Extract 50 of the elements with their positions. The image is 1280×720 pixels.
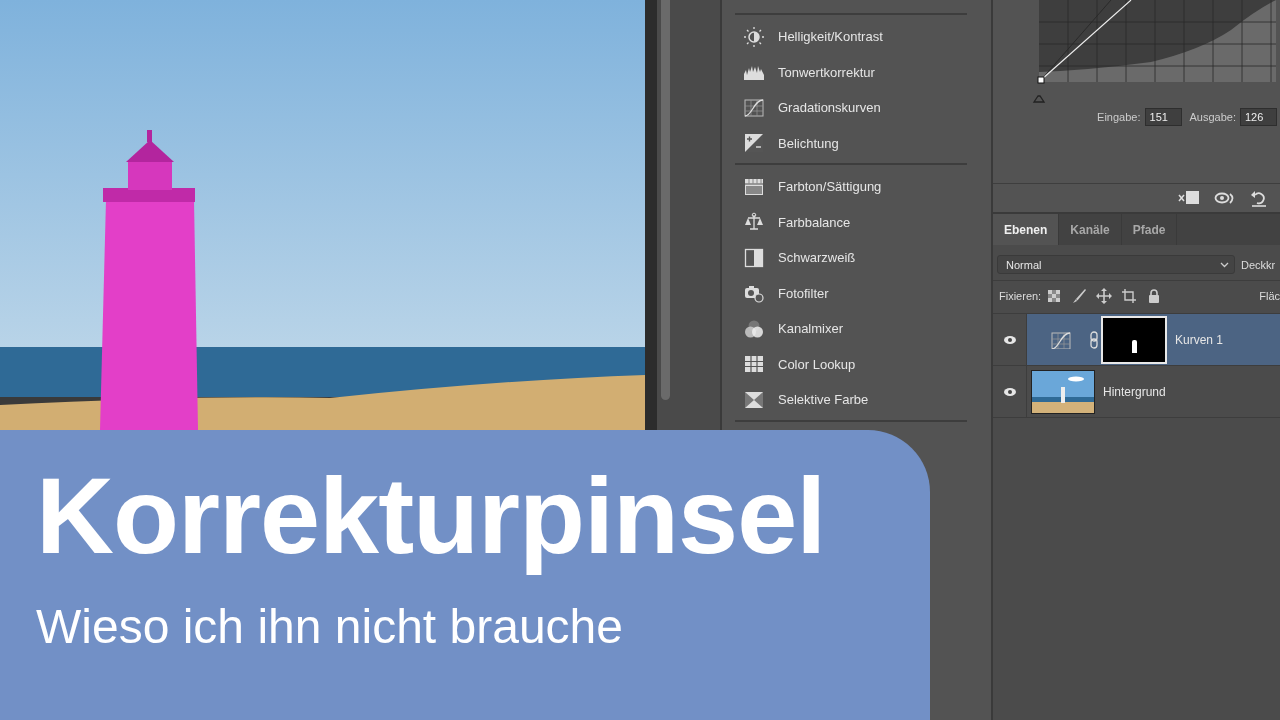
adjustment-icon <box>744 176 764 197</box>
fill-label: Fläc <box>1259 290 1280 302</box>
visibility-eye-icon[interactable] <box>1002 334 1017 345</box>
layer-mask-thumbnail[interactable] <box>1101 315 1167 364</box>
menu-item[interactable]: Kanalmixer <box>735 311 991 347</box>
layer-row[interactable]: Kurven 1 <box>993 314 1280 366</box>
menu-item[interactable]: Gradationskurven <box>735 90 991 126</box>
menu-item[interactable]: Farbbalance <box>735 204 991 240</box>
menu-item[interactable]: Selektive Farbe <box>735 382 991 418</box>
reset-icon[interactable] <box>1250 189 1268 207</box>
scrollbar-thumb[interactable] <box>661 0 670 400</box>
menu-item[interactable]: Belichtung <box>735 125 991 161</box>
title-text: Korrekturpinsel <box>36 454 827 578</box>
menu-item[interactable]: Farbton/Sättigung <box>735 169 991 205</box>
output-label: Ausgabe: <box>1189 111 1236 123</box>
lock-label: Fixieren: <box>999 290 1042 302</box>
chain-link-icon[interactable] <box>1089 330 1099 349</box>
input-label: Eingabe: <box>1097 111 1141 123</box>
curves-adjustment-icon <box>1051 330 1071 349</box>
subtitle-text: Wieso ich ihn nicht brauche <box>36 599 623 655</box>
layer-name: Kurven 1 <box>1175 332 1224 347</box>
crop-icon[interactable] <box>1121 288 1138 304</box>
adjustment-icon <box>744 212 764 233</box>
layer-name: Hintergrund <box>1103 384 1166 399</box>
menu-item[interactable]: Color Lookup <box>735 346 991 382</box>
clip-to-layer-icon[interactable] <box>1178 190 1200 206</box>
adjustment-icon <box>744 247 764 268</box>
layer-thumbnail <box>1031 369 1095 414</box>
menu-item[interactable]: Fotofilter <box>735 275 991 311</box>
adjustment-icon <box>744 26 764 47</box>
menu-item[interactable]: Schwarzweiß <box>735 240 991 276</box>
caret-icon <box>1220 261 1229 268</box>
menu-item[interactable]: Helligkeit/Kontrast <box>735 19 991 55</box>
adjustment-icon <box>744 97 764 118</box>
opacity-label: Deckkr <box>1241 258 1276 271</box>
move-icon[interactable] <box>1096 288 1113 304</box>
adjustment-icon <box>744 283 764 304</box>
blend-mode-dropdown[interactable]: Normal <box>997 255 1235 274</box>
adjustment-icon <box>744 318 764 339</box>
input-field[interactable]: 151 <box>1144 108 1182 126</box>
brush-icon[interactable] <box>1071 288 1088 304</box>
eye-toggle-icon[interactable] <box>1214 190 1236 206</box>
output-field[interactable]: 126 <box>1240 108 1277 126</box>
visibility-eye-icon[interactable] <box>1002 386 1017 397</box>
layer-row[interactable]: Hintergrund <box>993 366 1280 418</box>
menu-item[interactable]: Tonwertkorrektur <box>735 54 991 90</box>
lock-transparency-icon[interactable] <box>1046 288 1063 304</box>
adjustment-icon <box>744 354 764 375</box>
panel-tab[interactable]: Ebenen <box>993 214 1060 245</box>
adjustment-icon <box>744 389 764 410</box>
